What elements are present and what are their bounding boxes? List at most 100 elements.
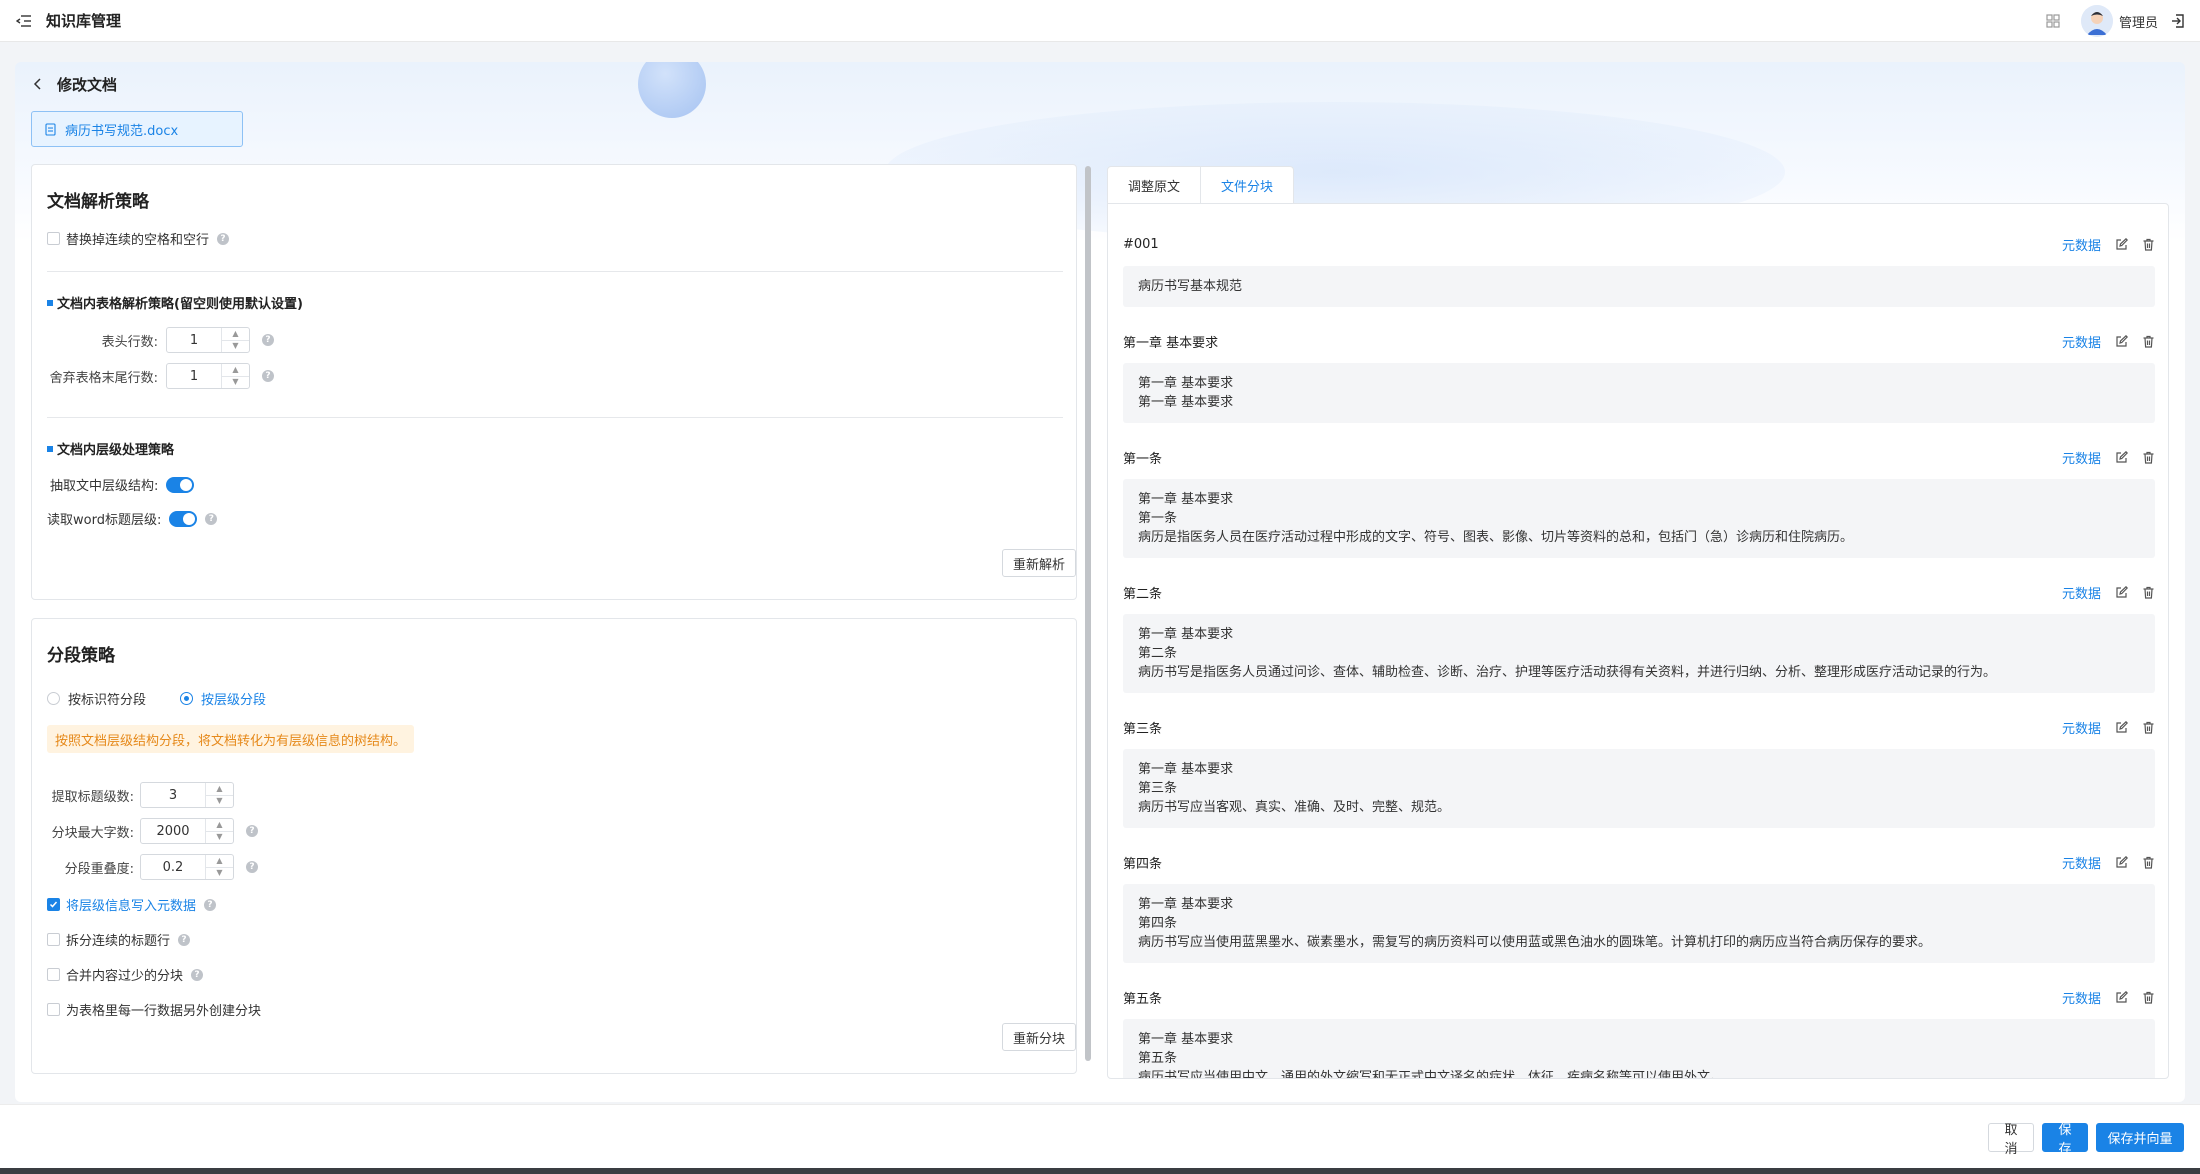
edit-icon[interactable] — [2115, 855, 2128, 869]
edit-icon[interactable] — [2115, 720, 2128, 734]
chunk-content[interactable]: 第一章 基本要求 第四条 病历书写应当使用蓝黑墨水、碳素墨水，需复写的病历资料可以使… — [1123, 884, 2155, 963]
trash-icon[interactable] — [2142, 586, 2155, 599]
tab-file-chunks[interactable]: 文件分块 — [1201, 166, 1295, 204]
save-button[interactable]: 保存 — [2042, 1123, 2088, 1157]
metadata-link[interactable]: 元数据 — [2062, 853, 2101, 872]
write-meta-checkbox[interactable] — [47, 898, 60, 911]
avatar[interactable] — [2080, 5, 2113, 37]
chevron-down-icon[interactable]: ▼ — [206, 830, 233, 844]
extract-levels-toggle[interactable] — [166, 476, 195, 493]
stepper-arrows[interactable]: ▲ ▼ — [205, 783, 233, 807]
left-scrollbar[interactable] — [1085, 166, 1091, 1061]
replace-spaces-checkbox[interactable] — [47, 232, 60, 245]
chevron-up-icon[interactable]: ▲ — [206, 783, 233, 795]
split-titles-option[interactable]: 拆分连续的标题行 ? — [47, 930, 191, 949]
merge-small-option[interactable]: 合并内容过少的分块 ? — [47, 965, 204, 984]
chevron-up-icon[interactable]: ▲ — [206, 855, 233, 867]
chevron-up-icon[interactable]: ▲ — [206, 819, 233, 831]
help-icon[interactable]: ? — [246, 825, 258, 837]
chevron-up-icon[interactable]: ▲ — [222, 328, 249, 340]
word-title-toggle[interactable] — [169, 510, 198, 527]
help-icon[interactable]: ? — [217, 232, 230, 245]
trash-icon[interactable] — [2142, 335, 2155, 348]
chunk-content[interactable]: 第一章 基本要求 第一章 基本要求 — [1123, 363, 2155, 423]
title-levels-value[interactable]: 3 — [141, 788, 205, 803]
radio-identifier[interactable] — [47, 692, 60, 705]
radio-identifier-label[interactable]: 按标识符分段 — [68, 689, 146, 708]
stepper-arrows[interactable]: ▲ ▼ — [221, 364, 249, 388]
metadata-link[interactable]: 元数据 — [2062, 988, 2101, 1007]
trash-icon[interactable] — [2142, 856, 2155, 869]
chevron-up-icon[interactable]: ▲ — [222, 364, 249, 376]
chunk-content[interactable]: 第一章 基本要求 第三条 病历书写应当客观、真实、准确、及时、完整、规范。 — [1123, 749, 2155, 828]
file-chip[interactable]: 病历书写规范.docx — [31, 111, 243, 147]
max-chars-value[interactable]: 2000 — [141, 824, 205, 839]
cancel-button[interactable]: 取消 — [1988, 1123, 2034, 1157]
help-icon[interactable]: ? — [178, 933, 191, 946]
table-row-option[interactable]: 为表格里每一行数据另外创建分块 — [47, 1000, 261, 1019]
trash-icon[interactable] — [2142, 238, 2155, 251]
save-and-vectorize-button[interactable]: 保存并向量 — [2096, 1123, 2184, 1152]
tab-adjust-source[interactable]: 调整原文 — [1107, 166, 1202, 204]
table-row-checkbox[interactable] — [47, 1003, 60, 1016]
help-icon[interactable]: ? — [262, 334, 274, 346]
replace-spaces-option[interactable]: 替换掉连续的空格和空行 ? — [47, 229, 230, 248]
apps-grid-icon[interactable] — [2045, 13, 2061, 29]
metadata-link[interactable]: 元数据 — [2062, 718, 2101, 737]
discard-tail-value[interactable]: 1 — [167, 369, 221, 384]
chunk-content[interactable]: 第一章 基本要求 第五条 病历书写应当使用中文，通用的外文缩写和无正式中文译名的症状… — [1123, 1019, 2155, 1078]
edit-icon[interactable] — [2115, 585, 2128, 599]
chevron-down-icon[interactable]: ▼ — [206, 866, 233, 880]
help-icon[interactable]: ? — [191, 968, 204, 981]
split-titles-checkbox[interactable] — [47, 933, 60, 946]
chunk-content[interactable]: 病历书写基本规范 — [1123, 266, 2155, 307]
help-icon[interactable]: ? — [262, 370, 274, 382]
logout-icon[interactable] — [2170, 13, 2186, 29]
divider — [47, 417, 1063, 418]
metadata-link[interactable]: 元数据 — [2062, 448, 2101, 467]
metadata-link[interactable]: 元数据 — [2062, 235, 2101, 254]
header-rows-stepper[interactable]: 1 ▲ ▼ — [166, 327, 250, 353]
stepper-arrows[interactable]: ▲ ▼ — [205, 819, 233, 843]
radio-level-label[interactable]: 按层级分段 — [201, 689, 266, 708]
write-meta-option[interactable]: 将层级信息写入元数据 ? — [47, 895, 217, 914]
chunk-header: 第四条 元数据 — [1123, 852, 2155, 872]
trash-icon[interactable] — [2142, 991, 2155, 1004]
chevron-down-icon[interactable]: ▼ — [222, 375, 249, 389]
max-chars-stepper[interactable]: 2000 ▲ ▼ — [140, 818, 234, 844]
chunk-content[interactable]: 第一章 基本要求 第一条 病历是指医务人员在医疗活动过程中形成的文字、符号、图表、影… — [1123, 479, 2155, 558]
merge-small-checkbox[interactable] — [47, 968, 60, 981]
back-arrow-icon[interactable] — [31, 77, 45, 91]
reparse-button[interactable]: 重新解析 — [1002, 549, 1076, 577]
trash-icon[interactable] — [2142, 451, 2155, 464]
help-icon[interactable]: ? — [204, 898, 217, 911]
chevron-down-icon[interactable]: ▼ — [206, 794, 233, 808]
chunk-card: 第三条 元数据 第一章 基本要求 第三条 病历书写应当客观、真实、准确、及时、完整、规范… — [1123, 717, 2155, 828]
edit-icon[interactable] — [2115, 450, 2128, 464]
discard-tail-stepper[interactable]: 1 ▲ ▼ — [166, 363, 250, 389]
title-levels-stepper[interactable]: 3 ▲ ▼ — [140, 782, 234, 808]
help-icon[interactable]: ? — [246, 861, 258, 873]
stepper-arrows[interactable]: ▲ ▼ — [205, 855, 233, 879]
header-rows-label: 表头行数: — [101, 335, 158, 350]
chunk-line: 病历书写应当客观、真实、准确、及时、完整、规范。 — [1138, 800, 1451, 815]
menu-fold-icon[interactable] — [16, 14, 32, 28]
help-icon[interactable]: ? — [205, 512, 218, 525]
edit-icon[interactable] — [2115, 237, 2128, 251]
radio-level[interactable] — [180, 692, 194, 705]
metadata-link[interactable]: 元数据 — [2062, 583, 2101, 602]
header-rows-value[interactable]: 1 — [167, 333, 221, 348]
chevron-down-icon[interactable]: ▼ — [222, 339, 249, 353]
stepper-arrows[interactable]: ▲ ▼ — [221, 328, 249, 352]
chunk-content[interactable]: 第一章 基本要求 第二条 病历书写是指医务人员通过问诊、查体、辅助检查、诊断、治疗、… — [1123, 614, 2155, 693]
resplit-button[interactable]: 重新分块 — [1002, 1023, 1076, 1051]
metadata-link[interactable]: 元数据 — [2062, 332, 2101, 351]
parse-panel-title: 文档解析策略 — [47, 192, 149, 212]
edit-icon[interactable] — [2115, 990, 2128, 1004]
user-name[interactable]: 管理员 — [2119, 12, 2158, 31]
edit-icon[interactable] — [2115, 334, 2128, 348]
trash-icon[interactable] — [2142, 721, 2155, 734]
chunk-line: 病历书写基本规范 — [1138, 279, 1243, 294]
overlap-stepper[interactable]: 0.2 ▲ ▼ — [140, 854, 234, 880]
overlap-value[interactable]: 0.2 — [141, 860, 205, 875]
